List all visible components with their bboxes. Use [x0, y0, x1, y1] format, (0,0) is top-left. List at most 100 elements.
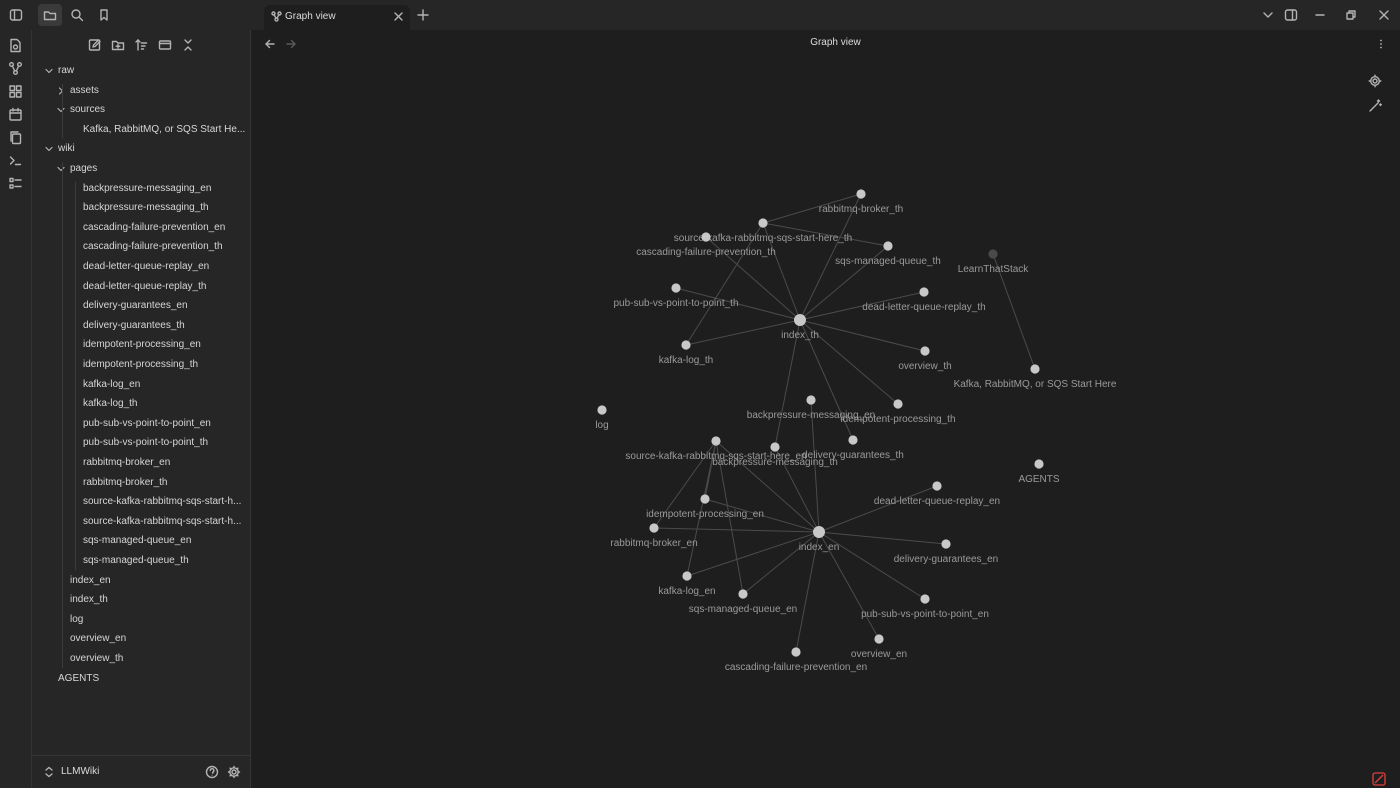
terminal-icon[interactable]	[8, 153, 23, 168]
graph-node-dot[interactable]	[597, 405, 607, 415]
graph-node-dot[interactable]	[856, 189, 866, 199]
tree-file-overview_en[interactable]: overview_en	[56, 630, 246, 648]
tree-file-index_en[interactable]: index_en	[56, 572, 246, 590]
tree-file-log[interactable]: log	[56, 611, 246, 629]
graph-node-dgen[interactable]: delivery-guarantees_en	[894, 539, 999, 565]
graph-node-dot[interactable]	[806, 395, 816, 405]
tree-file-delivery-guarantees_en[interactable]: delivery-guarantees_en	[69, 297, 246, 315]
graph-node-rbth[interactable]: rabbitmq-broker_th	[819, 189, 903, 215]
graph-node-dot[interactable]	[893, 399, 903, 409]
tree-file-cascading-failure-prevention_en[interactable]: cascading-failure-prevention_en	[69, 219, 246, 237]
graph-node-dot[interactable]	[919, 287, 929, 297]
tree-file-source-kafka-rabbitmq-sqs-start-h...[interactable]: source-kafka-rabbitmq-sqs-start-h...	[69, 493, 246, 511]
graph-node-dot[interactable]	[791, 647, 801, 657]
graph-node-dot[interactable]	[738, 589, 748, 599]
tree-file-cascading-failure-prevention_th[interactable]: cascading-failure-prevention_th	[69, 238, 246, 256]
graph-node-dot[interactable]	[671, 283, 681, 293]
tree-file-kafka-log_th[interactable]: kafka-log_th	[69, 395, 246, 413]
graph-node-dot[interactable]	[711, 436, 721, 446]
graph-node-dot[interactable]	[932, 481, 942, 491]
tree-file-pub-sub-vs-point-to-point_th[interactable]: pub-sub-vs-point-to-point_th	[69, 434, 246, 452]
graph-node-ien[interactable]: index_en	[799, 526, 840, 553]
restore-icon[interactable]	[1345, 9, 1357, 21]
graph-node-psth[interactable]: pub-sub-vs-point-to-point_th	[613, 283, 739, 309]
settings-gear-icon[interactable]	[227, 765, 241, 779]
graph-node-dot[interactable]	[700, 494, 710, 504]
graph-node-dot[interactable]	[758, 218, 768, 228]
graph-node-dot[interactable]	[649, 523, 659, 533]
graph-node-dot[interactable]	[920, 594, 930, 604]
toggle-left-sidebar-button[interactable]	[4, 4, 28, 26]
graph-node-dlqen[interactable]: dead-letter-queue-replay_en	[874, 481, 1000, 507]
graph-node-cfen[interactable]: cascading-failure-prevention_en	[725, 647, 867, 673]
graph-canvas[interactable]: rabbitmq-broker_th source-kafka-rabbitmq-…	[251, 30, 1400, 788]
graph-node-dot[interactable]	[941, 539, 951, 549]
graph-node-oven[interactable]: overview_en	[851, 634, 907, 660]
sort-icon[interactable]	[134, 38, 148, 52]
graph-node-klen[interactable]: kafka-log_en	[658, 571, 716, 597]
graph-node-dot[interactable]	[813, 526, 825, 538]
graph-node-dot[interactable]	[701, 232, 711, 242]
graph-node-log[interactable]: log	[595, 405, 609, 431]
tree-file-dead-letter-queue-replay_th[interactable]: dead-letter-queue-replay_th	[69, 278, 246, 296]
graph-node-ith[interactable]: index_th	[781, 314, 819, 341]
tree-file-Kafka, RabbitMQ, or SQS Start He...[interactable]: Kafka, RabbitMQ, or SQS Start He...	[69, 121, 246, 139]
graph-view-pane[interactable]: Graph view rabbitmq-broker_th source-kafk…	[251, 30, 1400, 788]
calendar-icon[interactable]	[8, 107, 23, 122]
graph-node-klth[interactable]: kafka-log_th	[659, 340, 713, 366]
new-tab-plus-icon[interactable]	[416, 8, 430, 22]
graph-node-dot[interactable]	[1034, 459, 1044, 469]
tree-file-delivery-guarantees_th[interactable]: delivery-guarantees_th	[69, 317, 246, 335]
tree-file-kafka-log_en[interactable]: kafka-log_en	[69, 376, 246, 394]
sidebar-right-icon[interactable]	[1284, 8, 1298, 22]
graph-node-dot[interactable]	[883, 241, 893, 251]
graph-node-dgth[interactable]: delivery-guarantees_th	[802, 435, 904, 461]
graph-node-dot[interactable]	[682, 571, 692, 581]
tree-file-sqs-managed-queue_en[interactable]: sqs-managed-queue_en	[69, 532, 246, 550]
collapse-icon[interactable]	[181, 38, 195, 52]
tree-folder-raw[interactable]: raw	[44, 62, 246, 80]
graph-node-dlqth[interactable]: dead-letter-queue-replay_th	[862, 287, 986, 313]
graph-node-ipen[interactable]: idempotent-processing_en	[646, 494, 764, 520]
graph-node-dot[interactable]	[681, 340, 691, 350]
tree-file-dead-letter-queue-replay_en[interactable]: dead-letter-queue-replay_en	[69, 258, 246, 276]
graph-node-dot[interactable]	[770, 442, 780, 452]
graph-node-lts[interactable]: LearnThatStack	[958, 249, 1030, 275]
canvas-grid-icon[interactable]	[8, 84, 23, 99]
graph-node-agents[interactable]: AGENTS	[1018, 459, 1060, 485]
folder-plus-icon[interactable]	[111, 38, 125, 52]
graph-node-srcth[interactable]: source-kafka-rabbitmq-sqs-start-here_th	[674, 218, 852, 244]
tree-file-AGENTS[interactable]: AGENTS	[44, 670, 246, 688]
copy-pages-icon[interactable]	[8, 130, 23, 145]
tree-file-source-kafka-rabbitmq-sqs-start-h...[interactable]: source-kafka-rabbitmq-sqs-start-h...	[69, 513, 246, 531]
graph-view-icon[interactable]	[8, 61, 23, 76]
tree-folder-pages[interactable]: pages	[56, 160, 246, 178]
tree-file-rabbitmq-broker_th[interactable]: rabbitmq-broker_th	[69, 474, 246, 492]
edit-icon[interactable]	[88, 38, 102, 52]
tree-file-idempotent-processing_th[interactable]: idempotent-processing_th	[69, 356, 246, 374]
vault-switcher[interactable]: LLMWiki	[32, 755, 250, 788]
tree-file-backpressure-messaging_th[interactable]: backpressure-messaging_th	[69, 199, 246, 217]
tree-file-overview_th[interactable]: overview_th	[56, 650, 246, 668]
graph-node-dot[interactable]	[1030, 364, 1040, 374]
tree-file-backpressure-messaging_en[interactable]: backpressure-messaging_en	[69, 180, 246, 198]
files-tab-button[interactable]	[38, 4, 62, 26]
tree-file-sqs-managed-queue_th[interactable]: sqs-managed-queue_th	[69, 552, 246, 570]
graph-node-dot[interactable]	[988, 249, 998, 259]
graph-node-dot[interactable]	[794, 314, 806, 326]
window-close-icon[interactable]	[1378, 9, 1390, 21]
graph-node-kafka[interactable]: Kafka, RabbitMQ, or SQS Start Here	[954, 364, 1117, 390]
tree-folder-assets[interactable]: assets	[56, 82, 246, 100]
graph-node-dot[interactable]	[920, 346, 930, 356]
graph-node-rben[interactable]: rabbitmq-broker_en	[610, 523, 698, 549]
help-icon[interactable]	[205, 765, 219, 779]
tree-file-index_th[interactable]: index_th	[56, 591, 246, 609]
bookmarks-tab-button[interactable]	[92, 4, 116, 26]
tab-graph-view[interactable]: Graph view	[264, 5, 410, 30]
graph-node-dot[interactable]	[874, 634, 884, 644]
tab-list-chevron-down-icon[interactable]	[1262, 9, 1274, 21]
tree-folder-wiki[interactable]: wiki	[44, 140, 246, 158]
graph-node-dot[interactable]	[848, 435, 858, 445]
tree-file-idempotent-processing_en[interactable]: idempotent-processing_en	[69, 336, 246, 354]
task-list-icon[interactable]	[8, 176, 23, 191]
